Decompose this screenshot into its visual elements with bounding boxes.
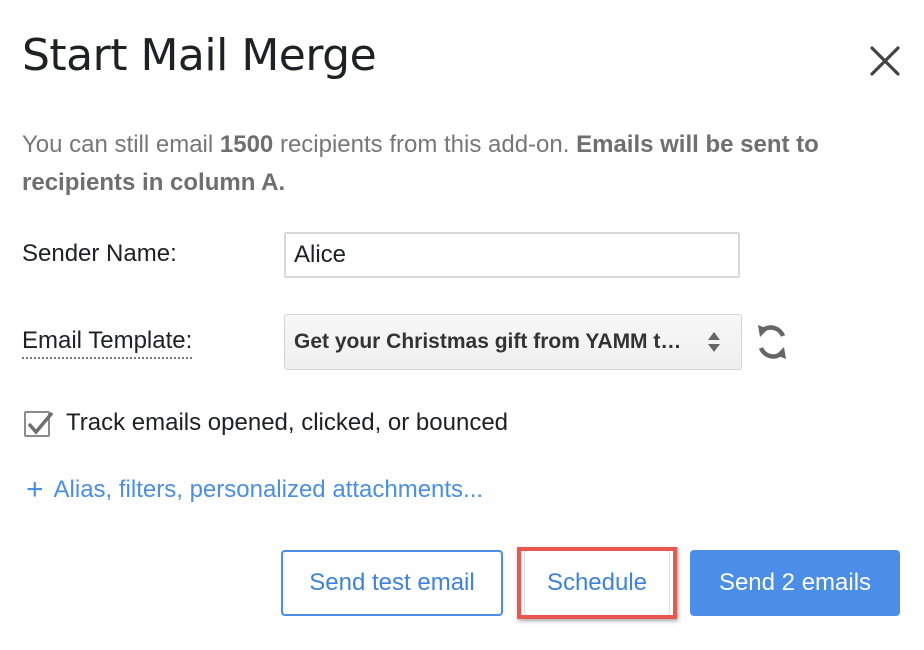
refresh-templates-button[interactable] — [752, 320, 792, 364]
plus-icon: + — [26, 473, 44, 506]
advanced-options-link[interactable]: + Alias, filters, personalized attachmen… — [26, 475, 483, 505]
advanced-options-label: Alias, filters, personalized attachments… — [53, 476, 484, 503]
track-emails-label[interactable]: Track emails opened, clicked, or bounced — [66, 409, 508, 437]
checkmark-icon — [27, 411, 54, 435]
quota-info: You can still email 1500 recipients from… — [22, 126, 902, 202]
quota-count: 1500 — [219, 131, 274, 158]
track-emails-checkbox[interactable] — [24, 411, 54, 437]
refresh-icon — [758, 325, 786, 359]
send-emails-button[interactable]: Send 2 emails — [690, 550, 900, 616]
quota-text-start: You can still email — [22, 131, 220, 158]
sender-name-input[interactable] — [284, 232, 740, 278]
mail-merge-dialog: Start Mail Merge You can still email 150… — [0, 0, 924, 650]
select-arrows-icon — [708, 332, 720, 352]
schedule-button[interactable]: Schedule — [524, 550, 670, 616]
send-test-email-button[interactable]: Send test email — [281, 550, 503, 616]
close-icon — [870, 46, 900, 76]
sender-name-label: Sender Name: — [22, 240, 177, 267]
quota-text-mid: recipients from this add-on. — [273, 131, 577, 158]
close-button[interactable] — [866, 42, 904, 80]
email-template-label[interactable]: Email Template: — [22, 327, 193, 359]
dialog-title: Start Mail Merge — [22, 30, 377, 81]
email-template-value: Get your Christmas gift from YAMM t… — [294, 330, 682, 353]
email-template-select[interactable]: Get your Christmas gift from YAMM t… — [284, 314, 742, 370]
